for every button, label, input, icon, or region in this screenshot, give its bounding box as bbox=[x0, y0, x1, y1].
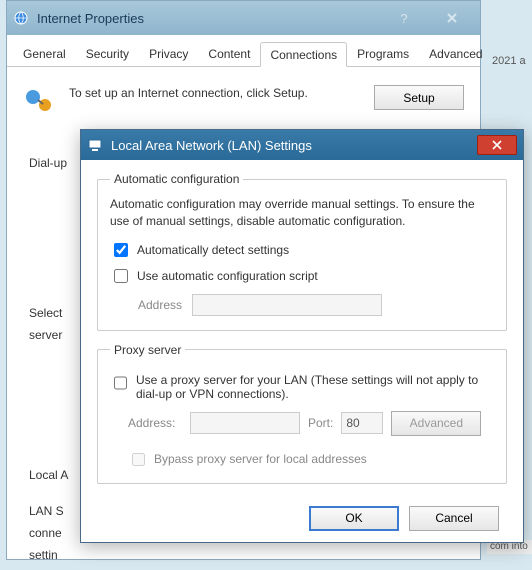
background-fragment: 2021 a bbox=[492, 55, 532, 75]
proxy-legend: Proxy server bbox=[110, 343, 185, 357]
tab-advanced[interactable]: Advanced bbox=[419, 41, 492, 66]
close-icon bbox=[446, 12, 458, 24]
lan-settings-icon bbox=[87, 137, 103, 153]
tab-connections[interactable]: Connections bbox=[260, 42, 347, 67]
child-title: Local Area Network (LAN) Settings bbox=[111, 138, 312, 153]
auto-legend: Automatic configuration bbox=[110, 172, 243, 186]
auto-script-checkbox[interactable] bbox=[114, 269, 128, 283]
cancel-button[interactable]: Cancel bbox=[409, 506, 499, 531]
auto-script-row[interactable]: Use automatic configuration script bbox=[110, 266, 494, 286]
auto-detect-checkbox[interactable] bbox=[114, 243, 128, 257]
close-icon bbox=[492, 140, 502, 150]
setup-text: To set up an Internet connection, click … bbox=[69, 85, 360, 102]
connection-wizard-icon bbox=[23, 85, 55, 117]
advanced-button: Advanced bbox=[391, 411, 481, 436]
auto-address-label: Address bbox=[138, 298, 182, 312]
bypass-checkbox bbox=[132, 453, 145, 466]
setup-button[interactable]: Setup bbox=[374, 85, 464, 110]
parent-body: To set up an Internet connection, click … bbox=[7, 67, 480, 135]
proxy-port-input bbox=[341, 412, 383, 434]
tab-strip: General Security Privacy Content Connect… bbox=[7, 41, 480, 67]
child-titlebar[interactable]: Local Area Network (LAN) Settings bbox=[81, 130, 523, 160]
tab-security[interactable]: Security bbox=[76, 41, 139, 66]
auto-description: Automatic configuration may override man… bbox=[110, 196, 494, 230]
proxy-address-label: Address: bbox=[128, 416, 182, 430]
bypass-label: Bypass proxy server for local addresses bbox=[154, 452, 367, 466]
proxy-address-input bbox=[190, 412, 300, 434]
proxy-use-checkbox[interactable] bbox=[114, 376, 127, 390]
select-fragment: Select bbox=[29, 306, 68, 320]
parent-title: Internet Properties bbox=[37, 11, 144, 26]
auto-detect-row[interactable]: Automatically detect settings bbox=[110, 240, 494, 260]
proxy-port-label: Port: bbox=[308, 416, 333, 430]
dialup-label: Dial-up bbox=[29, 156, 68, 170]
internet-options-icon bbox=[13, 10, 29, 26]
proxy-use-label: Use a proxy server for your LAN (These s… bbox=[136, 373, 494, 401]
lan-fragment: LAN S bbox=[29, 504, 68, 518]
child-close-button[interactable] bbox=[477, 135, 517, 155]
bypass-row: Bypass proxy server for local addresses bbox=[128, 450, 494, 469]
tab-programs[interactable]: Programs bbox=[347, 41, 419, 66]
auto-detect-label: Automatically detect settings bbox=[137, 243, 289, 257]
parent-titlebar[interactable]: Internet Properties ? bbox=[7, 1, 480, 35]
auto-script-label: Use automatic configuration script bbox=[137, 269, 318, 283]
tab-privacy[interactable]: Privacy bbox=[139, 41, 198, 66]
proxy-server-group: Proxy server Use a proxy server for your… bbox=[97, 343, 507, 484]
tab-content[interactable]: Content bbox=[198, 41, 260, 66]
close-button[interactable] bbox=[430, 8, 474, 28]
lan-settings-dialog: Local Area Network (LAN) Settings Automa… bbox=[80, 129, 524, 543]
help-button[interactable]: ? bbox=[386, 8, 422, 28]
proxy-use-row[interactable]: Use a proxy server for your LAN (These s… bbox=[110, 373, 494, 401]
settin-fragment: settin bbox=[29, 548, 68, 562]
automatic-configuration-group: Automatic configuration Automatic config… bbox=[97, 172, 507, 331]
conn-fragment: conne bbox=[29, 526, 68, 540]
ok-button[interactable]: OK bbox=[309, 506, 399, 531]
server-fragment: server bbox=[29, 328, 68, 342]
local-fragment: Local A bbox=[29, 468, 68, 482]
auto-address-input bbox=[192, 294, 382, 316]
tab-general[interactable]: General bbox=[13, 41, 76, 66]
parent-obscured-content: Dial-up Select server Local A LAN S conn… bbox=[29, 156, 68, 570]
